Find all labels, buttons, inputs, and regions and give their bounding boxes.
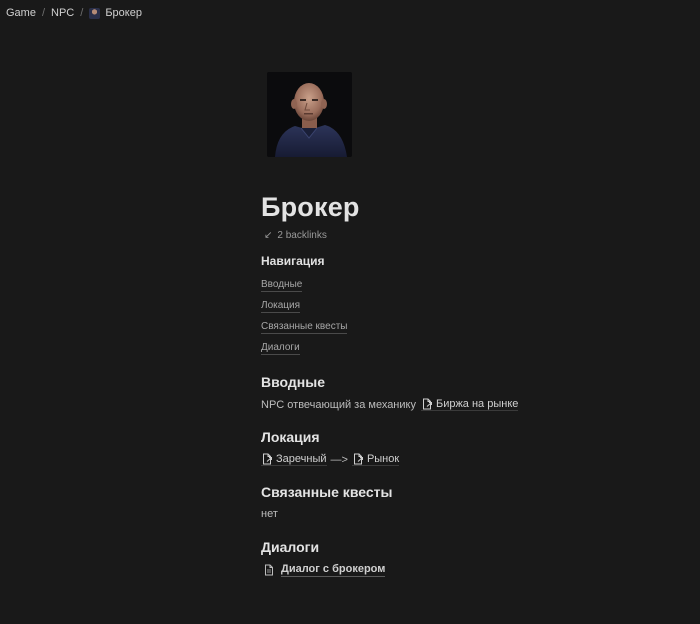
toc-item-intro[interactable]: Вводные: [261, 279, 347, 300]
backlinks-label: 2 backlinks: [277, 230, 327, 241]
breadcrumb-current-page[interactable]: Брокер: [89, 7, 142, 19]
page-link-icon: [422, 398, 432, 410]
dialog-link-label: Диалог с брокером: [281, 563, 386, 577]
table-of-contents: Вводные Локация Связанные квесты Диалоги: [261, 279, 348, 363]
page-cover-image[interactable]: [267, 72, 352, 157]
breadcrumb-game[interactable]: Game: [6, 7, 36, 19]
page-mention-birzha[interactable]: Биржа на рынке: [420, 398, 519, 411]
toc-item-label: Связанные квесты: [261, 321, 348, 334]
location-paragraph: Заречный —> Рынок: [261, 453, 400, 466]
page-avatar-icon: [89, 7, 101, 19]
page-mention-zarechny[interactable]: Заречный: [261, 453, 327, 466]
page-link-icon: [353, 453, 363, 465]
breadcrumb: Game / NPC / Брокер: [0, 0, 700, 26]
section-heading-quests: Связанные квесты: [261, 484, 393, 500]
toc-heading: Навигация: [261, 254, 325, 268]
toc-item-location[interactable]: Локация: [261, 300, 347, 321]
dialog-page-link[interactable]: Диалог с брокером: [263, 563, 386, 577]
toc-item-label: Локация: [261, 300, 301, 313]
intro-text: NPC отвечающий за механику: [261, 398, 416, 411]
toc-item-label: Диалоги: [261, 342, 300, 355]
page-title[interactable]: Брокер: [261, 192, 360, 223]
breadcrumb-npc[interactable]: NPC: [51, 7, 74, 19]
document-icon: [265, 564, 273, 576]
toc-item-dialogs[interactable]: Диалоги: [261, 342, 347, 363]
section-heading-intro: Вводные: [261, 374, 325, 390]
section-heading-location: Локация: [261, 429, 320, 445]
page-mention-label: Биржа на рынке: [435, 398, 519, 410]
page-mention-label: Заречный: [276, 453, 327, 465]
toc-item-label: Вводные: [261, 279, 303, 292]
breadcrumb-current-label: Брокер: [105, 7, 142, 19]
toc-item-quests[interactable]: Связанные квесты: [261, 321, 348, 342]
backlinks-button[interactable]: ↙ 2 backlinks: [264, 230, 327, 241]
arrow-down-left-icon: ↙: [264, 230, 273, 241]
location-arrow: —>: [330, 453, 348, 466]
page-mention-rynok[interactable]: Рынок: [351, 453, 400, 466]
breadcrumb-separator: /: [41, 7, 46, 19]
breadcrumb-separator: /: [80, 7, 84, 19]
section-heading-dialogs: Диалоги: [261, 539, 320, 555]
quests-paragraph: нет: [261, 508, 278, 520]
npc-portrait-image: [267, 72, 352, 157]
quests-text: нет: [261, 508, 278, 520]
intro-paragraph: NPC отвечающий за механику Биржа на рынк…: [261, 398, 519, 411]
page-link-icon: [263, 453, 272, 465]
page-mention-label: Рынок: [366, 453, 400, 465]
